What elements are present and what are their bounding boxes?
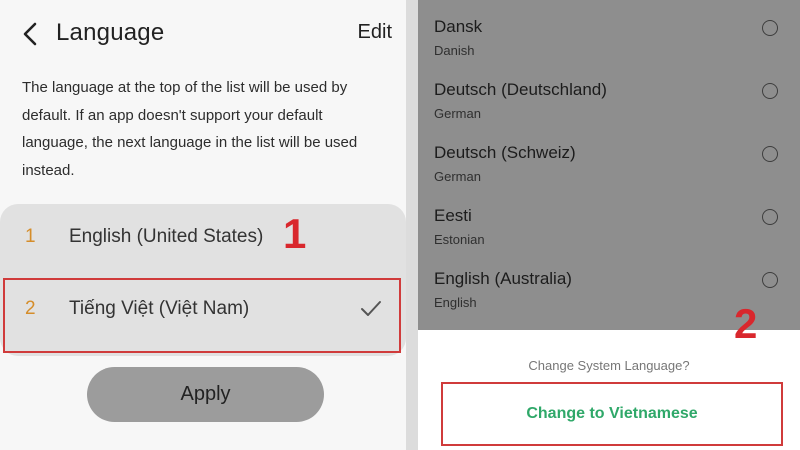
language-description: The language at the top of the list will… [22,79,358,179]
language-name: Deutsch (Schweiz) [434,143,576,162]
language-settings-panel: Language Edit The language at the top of… [0,0,406,450]
list-item[interactable]: Dansk Danish [418,17,800,80]
edit-button[interactable]: Edit [358,21,392,44]
language-subtitle: Danish [434,43,475,58]
list-item[interactable]: Deutsch (Schweiz) German [418,143,800,206]
language-name: English (Australia) [434,269,572,288]
language-order-number: 1 [25,226,36,247]
radio-unchecked-icon[interactable] [762,83,778,99]
language-subtitle: English [434,295,477,310]
dialog-title: Change System Language? [528,358,690,373]
language-name: Deutsch (Deutschland) [434,80,607,99]
highlight-box-vietnamese [3,278,401,353]
language-item-english-us[interactable]: 1 English (United States) [0,204,406,274]
language-name: Dansk [434,17,483,36]
step-number-1: 1 [283,210,307,257]
chevron-left-icon [23,22,37,46]
list-item[interactable]: Deutsch (Deutschland) German [418,80,800,143]
step-number-2: 2 [734,300,758,347]
language-name: Eesti [434,206,472,225]
panel-divider [406,0,418,450]
back-button[interactable] [18,20,42,48]
language-list-dimmed: Dansk Danish Deutsch (Deutschland) Germa… [418,0,800,330]
list-item[interactable]: Eesti Estonian [418,206,800,269]
highlight-box-change-button [441,382,783,446]
language-name: English (United States) [69,226,264,247]
apply-button[interactable]: Apply [87,367,324,422]
language-subtitle: German [434,169,481,184]
radio-unchecked-icon[interactable] [762,209,778,225]
radio-unchecked-icon[interactable] [762,20,778,36]
language-subtitle: Estonian [434,232,485,247]
page-title: Language [56,19,165,46]
language-subtitle: German [434,106,481,121]
radio-unchecked-icon[interactable] [762,146,778,162]
system-language-panel: Dansk Danish Deutsch (Deutschland) Germa… [418,0,800,450]
change-language-dialog: Change System Language? Change to Vietna… [418,330,800,450]
radio-unchecked-icon[interactable] [762,272,778,288]
header: Language Edit [0,0,406,68]
